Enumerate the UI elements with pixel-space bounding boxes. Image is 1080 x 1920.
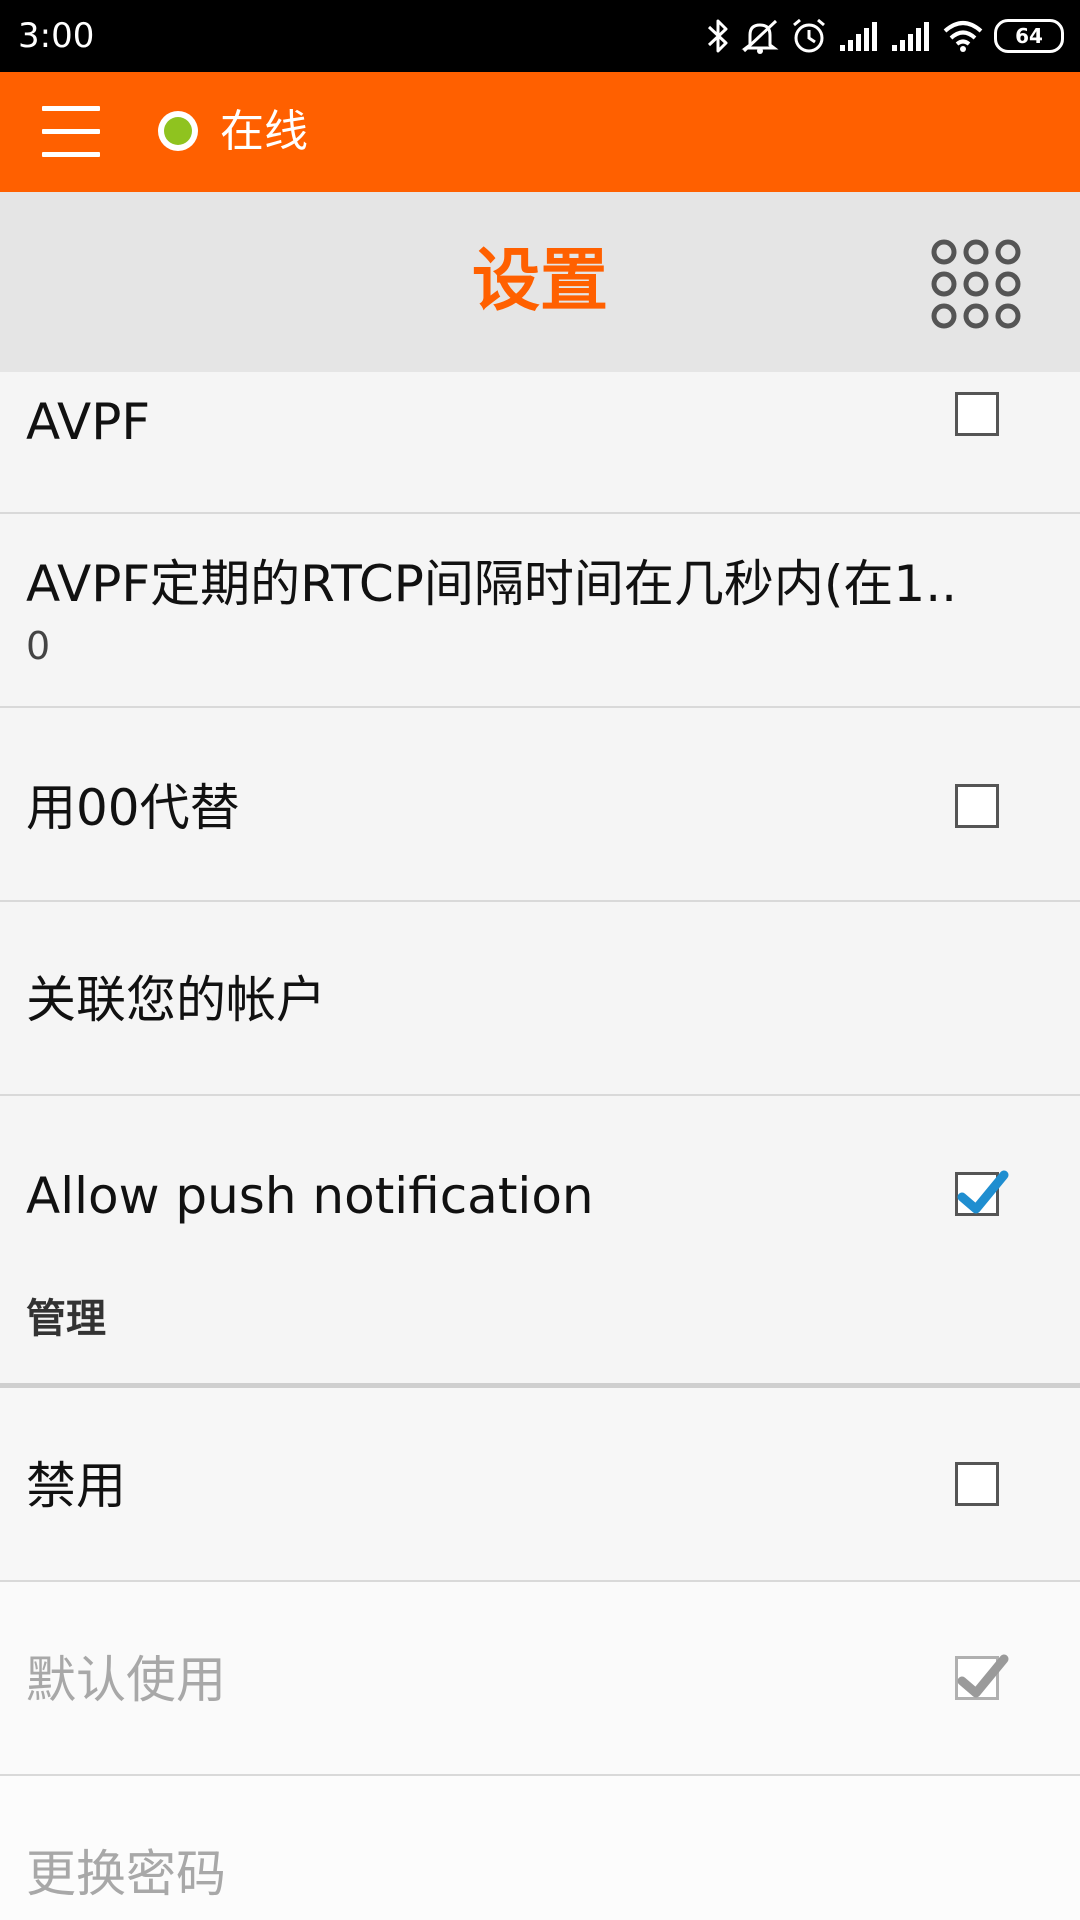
battery-icon: 64	[994, 19, 1064, 53]
signal-icon	[892, 22, 929, 51]
setting-disable-title: 禁用	[26, 1457, 126, 1515]
setting-default-use-title: 默认使用	[26, 1651, 226, 1709]
disable-checkbox[interactable]	[955, 1462, 999, 1506]
signal-icon	[840, 22, 877, 51]
setting-change-password-title: 更换密码	[26, 1845, 226, 1903]
title-bar: 设置	[0, 192, 1080, 372]
status-time: 3:00	[18, 16, 95, 56]
action-bar: 在线	[0, 72, 1080, 192]
checkmark-icon	[957, 1170, 1009, 1214]
setting-rtcp-value: 0	[26, 624, 51, 668]
wifi-icon	[943, 21, 983, 52]
setting-link-account-title: 关联您的帐户	[26, 971, 326, 1029]
setting-link-account[interactable]: 关联您的帐户	[0, 902, 1080, 1096]
avpf-checkbox[interactable]	[955, 392, 999, 436]
setting-replace-plus-title: 用00代替	[26, 779, 240, 837]
replace-plus-checkbox[interactable]	[955, 784, 999, 828]
setting-rtcp-interval[interactable]: AVPF定期的RTCP间隔时间在几秒内(在1.. 0	[0, 514, 1080, 708]
setting-default-use: 默认使用	[0, 1582, 1080, 1776]
checkmark-icon	[957, 1654, 1009, 1698]
mute-icon	[741, 19, 779, 54]
hamburger-menu-icon[interactable]	[40, 102, 104, 162]
battery-level: 64	[1015, 24, 1043, 48]
setting-rtcp-title: AVPF定期的RTCP间隔时间在几秒内(在1..	[26, 555, 958, 613]
page-title: 设置	[471, 242, 608, 321]
dialpad-icon[interactable]	[928, 238, 1024, 334]
push-checkbox[interactable]	[955, 1170, 1009, 1216]
setting-avpf[interactable]: AVPF	[0, 372, 1080, 514]
alarm-icon	[793, 18, 825, 53]
status-bar: 3:00 64	[0, 0, 1080, 72]
status-icons: 64	[706, 14, 1064, 58]
setting-push-notification[interactable]: Allow push notification	[0, 1096, 1080, 1262]
setting-replace-plus[interactable]: 用00代替	[0, 708, 1080, 902]
setting-push-title: Allow push notification	[26, 1167, 594, 1225]
default-use-checkbox	[955, 1654, 1009, 1700]
bluetooth-icon	[707, 19, 728, 53]
setting-disable[interactable]: 禁用	[0, 1388, 1080, 1582]
setting-avpf-title: AVPF	[26, 393, 151, 451]
presence-status-dot	[158, 111, 198, 151]
category-manage: 管理	[0, 1262, 1080, 1388]
setting-change-password: 更换密码	[0, 1776, 1080, 1920]
presence-status-text[interactable]: 在线	[220, 104, 308, 160]
category-manage-title: 管理	[26, 1296, 106, 1342]
